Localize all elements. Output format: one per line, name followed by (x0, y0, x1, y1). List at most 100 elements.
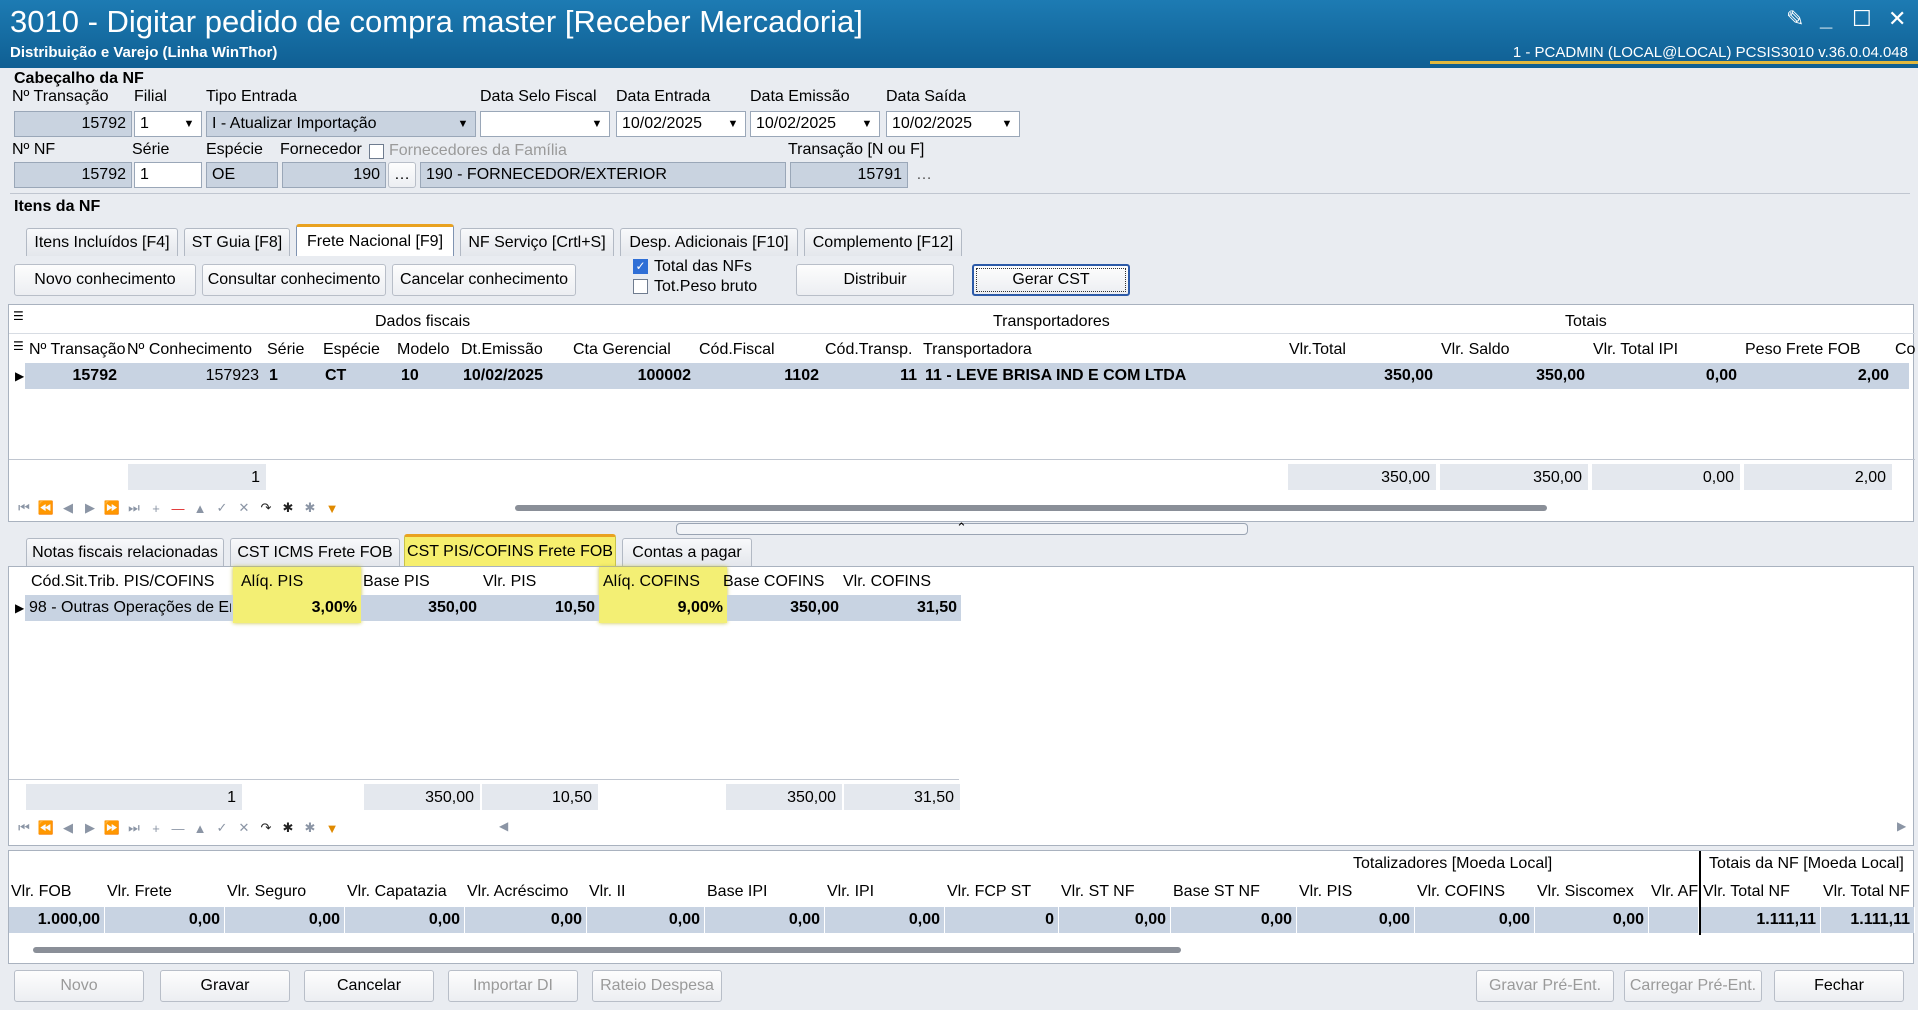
tot-col-header[interactable]: Vlr. Seguro (227, 883, 306, 901)
prior-icon[interactable]: ◀ (57, 500, 79, 516)
data-emissao-field[interactable]: 10/02/2025 ▼ (750, 111, 880, 137)
col-cta-gerencial[interactable]: Cta Gerencial (573, 341, 671, 359)
novo-conhecimento-button[interactable]: Novo conhecimento (14, 264, 196, 296)
col-co[interactable]: Co (1895, 341, 1915, 359)
carregar-pre-ent-button[interactable]: Carregar Pré-Ent. (1624, 970, 1762, 1002)
gerar-cst-button[interactable]: Gerar CST (972, 264, 1130, 296)
delete-icon[interactable]: — (167, 501, 189, 516)
scroll-left-icon[interactable]: ◀ (499, 819, 508, 833)
tot-col-header[interactable]: Vlr. ST NF (1061, 883, 1135, 901)
grid-navigator[interactable]: ⏮ ⏪ ◀ ▶ ⏩ ⏭ + — ▲ ✓ ✕ ↷ ✱ ✱ ▼ (13, 497, 343, 519)
bookmark-icon[interactable]: ✱ (277, 820, 299, 836)
col-aliq-cofins[interactable]: Alíq. COFINS (603, 573, 700, 591)
tab-contas-pagar[interactable]: Contas a pagar (622, 538, 752, 566)
peso-bruto-checkbox[interactable] (633, 279, 648, 294)
col-base-pis[interactable]: Base PIS (363, 573, 430, 591)
next-icon[interactable]: ▶ (79, 820, 101, 836)
maximize-icon[interactable]: ☐ (1852, 6, 1872, 32)
chevron-down-icon[interactable]: ▼ (855, 112, 879, 136)
refresh-icon[interactable]: ↷ (255, 820, 277, 836)
col-vlr-saldo[interactable]: Vlr. Saldo (1441, 341, 1509, 359)
tipo-entrada-select[interactable]: I - Atualizar Importação ▼ (206, 111, 476, 137)
post-icon[interactable]: ✓ (211, 500, 233, 516)
horizontal-scrollbar[interactable] (515, 505, 1547, 511)
tab-frete-nacional[interactable]: Frete Nacional [F9] (296, 224, 454, 256)
cell-peso-frete-fob[interactable]: 2,00 (1743, 363, 1893, 389)
add-icon[interactable]: + (145, 821, 167, 836)
gravar-pre-ent-button[interactable]: Gravar Pré-Ent. (1476, 970, 1614, 1002)
tot-col-header[interactable]: Base ST NF (1173, 883, 1260, 901)
tot-col-header[interactable]: Vlr. FCP ST (947, 883, 1031, 901)
serie-field[interactable]: 1 (134, 162, 202, 188)
tab-complemento[interactable]: Complemento [F12] (804, 228, 962, 256)
col-aliq-pis[interactable]: Alíq. PIS (241, 573, 303, 591)
tot-col-header[interactable]: Vlr. Capatazia (347, 883, 447, 901)
edit-icon[interactable]: ▲ (189, 501, 211, 516)
edit-icon[interactable]: ✎ (1786, 6, 1804, 32)
cell-base-pis[interactable]: 350,00 (363, 595, 481, 621)
next-icon[interactable]: ▶ (79, 500, 101, 516)
cell-transportadora[interactable]: 11 - LEVE BRISA IND E COM LTDA (921, 363, 1285, 389)
cell-modelo[interactable]: 10 (397, 363, 459, 389)
tab-cst-pis-cofins[interactable]: CST PIS/COFINS Frete FOB (404, 534, 616, 566)
col-vlr-total-ipi[interactable]: Vlr. Total IPI (1593, 341, 1678, 359)
chevron-down-icon[interactable]: ▼ (451, 112, 475, 136)
fornecedores-familia-checkbox[interactable] (369, 144, 384, 159)
refresh-icon[interactable]: ↷ (255, 500, 277, 516)
tot-col-header[interactable]: Vlr. Siscomex (1537, 883, 1634, 901)
col-transportadora[interactable]: Transportadora (923, 341, 1032, 359)
tab-nf-servico[interactable]: NF Serviço [Crtl+S] (460, 228, 614, 256)
cell-cod-transp[interactable]: 11 (825, 363, 921, 389)
horizontal-scrollbar[interactable] (33, 947, 1181, 953)
tab-itens-incluidos[interactable]: Itens Incluídos [F4] (26, 228, 178, 256)
cell-vlr-total[interactable]: 350,00 (1287, 363, 1437, 389)
cell-serie[interactable]: 1 (265, 363, 319, 389)
grid-menu-icon[interactable]: ☰ (13, 339, 24, 353)
last-icon[interactable]: ⏭ (123, 500, 145, 516)
total-nfs-checkbox[interactable]: ✓ (633, 259, 648, 274)
tot-col-header[interactable]: Vlr. FOB (11, 883, 71, 901)
tot-col-header[interactable]: Vlr. Total NF (1703, 883, 1790, 901)
next-page-icon[interactable]: ⏩ (101, 820, 123, 836)
filter-icon[interactable]: ▼ (321, 821, 343, 836)
tab-st-guia[interactable]: ST Guia [F8] (184, 228, 290, 256)
fechar-button[interactable]: Fechar (1774, 970, 1904, 1002)
cancelar-conhecimento-button[interactable]: Cancelar conhecimento (392, 264, 576, 296)
tot-col-header[interactable]: Vlr. AF (1651, 883, 1698, 901)
prior-page-icon[interactable]: ⏪ (35, 500, 57, 516)
cell-vlr-saldo[interactable]: 350,00 (1439, 363, 1589, 389)
goto-bookmark-icon[interactable]: ✱ (299, 500, 321, 516)
col-especie[interactable]: Espécie (323, 341, 380, 359)
cell-vlr-total-ipi[interactable]: 0,00 (1591, 363, 1741, 389)
cell-vlr-cofins[interactable]: 31,50 (845, 595, 961, 621)
col-vlr-total[interactable]: Vlr.Total (1289, 341, 1346, 359)
chevron-down-icon[interactable]: ▼ (721, 112, 745, 136)
cell-base-cofins[interactable]: 350,00 (729, 595, 843, 621)
cancel-icon[interactable]: ✕ (233, 820, 255, 836)
scroll-right-icon[interactable]: ▶ (1897, 819, 1906, 833)
chevron-down-icon[interactable]: ▼ (995, 112, 1019, 136)
tot-col-header[interactable]: Vlr. II (589, 883, 625, 901)
cell-cod-sit-trib[interactable]: 98 - Outras Operações de Entrada (25, 595, 231, 621)
chevron-up-icon[interactable]: ⌃ (956, 520, 967, 536)
grid-menu-icon[interactable]: ☰ (13, 309, 24, 323)
last-icon[interactable]: ⏭ (123, 820, 145, 836)
cell-aliq-pis[interactable]: 3,00% (233, 595, 361, 621)
col-vlr-cofins[interactable]: Vlr. COFINS (843, 573, 931, 591)
transacao-lookup-icon[interactable]: … (916, 166, 932, 184)
cell-vlr-pis[interactable]: 10,50 (481, 595, 599, 621)
tot-col-header[interactable]: Vlr. IPI (827, 883, 874, 901)
chevron-down-icon[interactable]: ▼ (177, 112, 201, 136)
col-cod-transp[interactable]: Cód.Transp. (825, 341, 912, 359)
cell-dt-emissao[interactable]: 10/02/2025 (459, 363, 571, 389)
filter-icon[interactable]: ▼ (321, 501, 343, 516)
tot-col-header[interactable]: Base IPI (707, 883, 767, 901)
col-cod-sit-trib[interactable]: Cód.Sit.Trib. PIS/COFINS (31, 573, 214, 591)
tab-notas-relacionadas[interactable]: Notas fiscais relacionadas (26, 538, 224, 566)
tot-col-header[interactable]: Vlr. Total NF (1823, 883, 1910, 901)
data-entrada-field[interactable]: 10/02/2025 ▼ (616, 111, 746, 137)
cell-especie[interactable]: CT (321, 363, 395, 389)
col-conhecimento[interactable]: Nº Conhecimento (127, 341, 252, 359)
close-icon[interactable]: ✕ (1888, 6, 1906, 32)
bookmark-icon[interactable]: ✱ (277, 500, 299, 516)
